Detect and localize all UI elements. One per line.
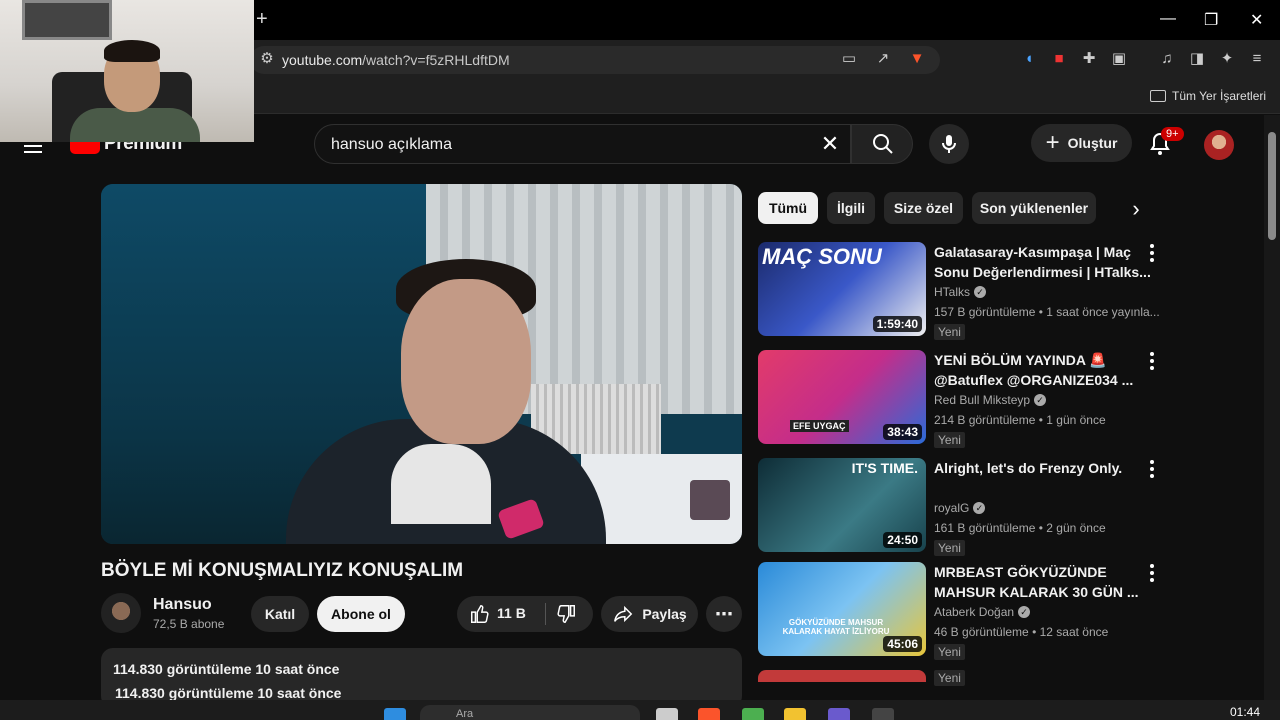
related-title[interactable]: Alright, let's do Frenzy Only. <box>934 458 1156 498</box>
video-thumbnail[interactable]: IT'S TIME. 24:50 <box>758 458 926 552</box>
taskbar-search[interactable]: Ara <box>420 705 640 720</box>
search-input[interactable]: hansuo açıklama ✕ <box>314 124 851 164</box>
video-title: BÖYLE Mİ KONUŞMALIYIZ KONUŞALIM <box>101 560 464 581</box>
search-button[interactable] <box>851 124 913 164</box>
more-options-icon[interactable] <box>1148 352 1156 370</box>
chrome-taskbar-icon[interactable] <box>742 708 764 720</box>
brave-taskbar-icon[interactable] <box>698 708 720 720</box>
related-meta: 214 B görüntüleme • 1 gün önce <box>934 413 1106 427</box>
voice-search-button[interactable] <box>929 124 969 164</box>
verified-icon: ✓ <box>973 502 986 514</box>
share-icon <box>614 605 633 623</box>
channel-avatar[interactable] <box>101 593 141 633</box>
plus-icon: + <box>1045 129 1060 156</box>
reader-icon[interactable]: ▣ <box>1110 50 1128 68</box>
join-button[interactable]: Katıl <box>251 596 309 632</box>
scrollbar-thumb[interactable] <box>1268 132 1276 240</box>
webcam-overlay <box>0 0 254 142</box>
chip-recent[interactable]: Son yüklenenler <box>972 192 1096 224</box>
app-taskbar-icon[interactable] <box>872 708 894 720</box>
related-title[interactable]: YENİ BÖLÜM YAYINDA 🚨 @Batuflex @ORGANIZE… <box>934 350 1156 390</box>
thumbs-down-icon[interactable] <box>555 603 577 625</box>
create-button[interactable]: + Oluştur <box>1031 124 1132 162</box>
thumbs-up-icon[interactable] <box>469 603 491 625</box>
video-thumbnail[interactable]: EFE UYGAÇ 38:43 <box>758 350 926 444</box>
related-channel[interactable]: HTalks ✓ <box>934 285 987 299</box>
related-title[interactable]: MRBEAST GÖKYÜZÜNDE MAHSUR KALARAK 30 GÜN… <box>934 562 1156 602</box>
new-badge: Yeni <box>934 540 965 556</box>
more-options-icon[interactable] <box>1148 460 1156 478</box>
channel-watermark[interactable] <box>690 480 730 520</box>
like-dislike-group: 11 B <box>457 596 593 632</box>
chip-related[interactable]: İlgili <box>827 192 875 224</box>
verified-icon: ✓ <box>974 286 987 298</box>
new-badge: Yeni <box>934 324 965 340</box>
related-meta: 157 B görüntüleme • 1 saat önce yayınla.… <box>934 305 1160 319</box>
new-badge: Yeni <box>934 432 965 448</box>
share-button[interactable]: Paylaş <box>601 596 698 632</box>
sidebar-icon[interactable]: ◨ <box>1188 50 1206 68</box>
cast-icon[interactable]: ▭ <box>840 50 858 68</box>
new-badge: Yeni <box>934 644 965 660</box>
verified-icon: ✓ <box>1018 606 1031 618</box>
related-channel[interactable]: Ataberk Doğan ✓ <box>934 605 1031 619</box>
url-text[interactable]: youtube.com/watch?v=f5zRHLdftDM <box>282 52 510 68</box>
account-avatar[interactable] <box>1204 130 1234 160</box>
verified-icon: ✓ <box>1034 394 1047 406</box>
clock: 01:44 <box>1230 705 1261 719</box>
windows-start-icon[interactable] <box>384 708 406 720</box>
menu-icon[interactable]: ≡ <box>1248 50 1266 68</box>
file-explorer-icon[interactable] <box>784 708 806 720</box>
video-thumbnail[interactable]: GÖKYÜZÜNDE MAHSUR KALARAK HAYAT İZLİYORU… <box>758 562 926 656</box>
related-meta: 161 B görüntüleme • 2 gün önce <box>934 521 1106 535</box>
bookmarks-folder[interactable]: Tüm Yer İşaretleri <box>1150 89 1266 103</box>
microphone-icon <box>942 135 956 153</box>
video-thumbnail[interactable]: MAÇ SONU 1:59:40 <box>758 242 926 336</box>
site-info-icon[interactable]: ⚙ <box>258 50 276 68</box>
audio-icon[interactable]: ◖ <box>1020 50 1038 68</box>
task-view-icon[interactable] <box>656 708 678 720</box>
close-window-icon[interactable]: ✕ <box>1250 10 1263 30</box>
youtube-ext-icon[interactable]: ■ <box>1050 50 1068 68</box>
like-count: 11 B <box>497 605 526 621</box>
taskbar <box>0 700 1280 720</box>
chevron-right-icon[interactable]: › <box>1122 196 1150 224</box>
minimize-icon[interactable]: — <box>1160 10 1176 28</box>
related-video[interactable]: IT'S TIME. 24:50 Alright, let's do Frenz… <box>758 458 1168 556</box>
related-video[interactable]: GÖKYÜZÜNDE MAHSUR KALARAK HAYAT İZLİYORU… <box>758 562 1168 660</box>
new-tab-button[interactable]: + <box>256 8 268 31</box>
video-player[interactable] <box>101 184 742 544</box>
related-channel[interactable]: royalG ✓ <box>934 501 986 515</box>
more-actions-icon[interactable]: ⋯ <box>706 596 742 632</box>
view-count-line-duplicate: 114.830 görüntüleme 10 saat önce <box>115 685 342 701</box>
brave-shield-icon[interactable]: ▼ <box>908 50 926 68</box>
new-badge: Yeni <box>934 670 965 686</box>
folder-icon <box>1150 90 1166 102</box>
more-options-icon[interactable] <box>1148 244 1156 262</box>
clear-search-icon[interactable]: ✕ <box>818 132 842 156</box>
related-title[interactable]: Galatasaray-Kasımpaşa | Maç Sonu Değerle… <box>934 242 1156 282</box>
subscriber-count: 72,5 B abone <box>153 617 225 631</box>
video-thumbnail-partial[interactable] <box>758 670 926 682</box>
channel-name[interactable]: Hansuo <box>153 596 212 614</box>
notifications-badge: 9+ <box>1161 127 1184 141</box>
music-icon[interactable]: ♫ <box>1158 50 1176 68</box>
search-icon <box>873 134 893 154</box>
related-video[interactable]: MAÇ SONU 1:59:40 Galatasaray-Kasımpaşa |… <box>758 242 1168 340</box>
description-box[interactable]: 114.830 görüntüleme 10 saat önce 114.830… <box>101 648 742 708</box>
more-options-icon[interactable] <box>1148 564 1156 582</box>
related-video[interactable]: EFE UYGAÇ 38:43 YENİ BÖLÜM YAYINDA 🚨 @Ba… <box>758 350 1168 448</box>
subscribe-button[interactable]: Abone ol <box>317 596 405 632</box>
leo-ai-icon[interactable]: ✦ <box>1218 50 1236 68</box>
restore-icon[interactable]: ❐ <box>1204 10 1218 30</box>
chip-for-you[interactable]: Size özel <box>884 192 963 224</box>
chip-all[interactable]: Tümü <box>758 192 818 224</box>
view-count-line: 114.830 görüntüleme 10 saat önce <box>113 661 340 677</box>
extensions-icon[interactable]: ✚ <box>1080 50 1098 68</box>
discord-taskbar-icon[interactable] <box>828 708 850 720</box>
related-meta: 46 B görüntüleme • 12 saat önce <box>934 625 1109 639</box>
related-channel[interactable]: Red Bull Miksteyp ✓ <box>934 393 1047 407</box>
share-page-icon[interactable]: ↗ <box>874 50 892 68</box>
